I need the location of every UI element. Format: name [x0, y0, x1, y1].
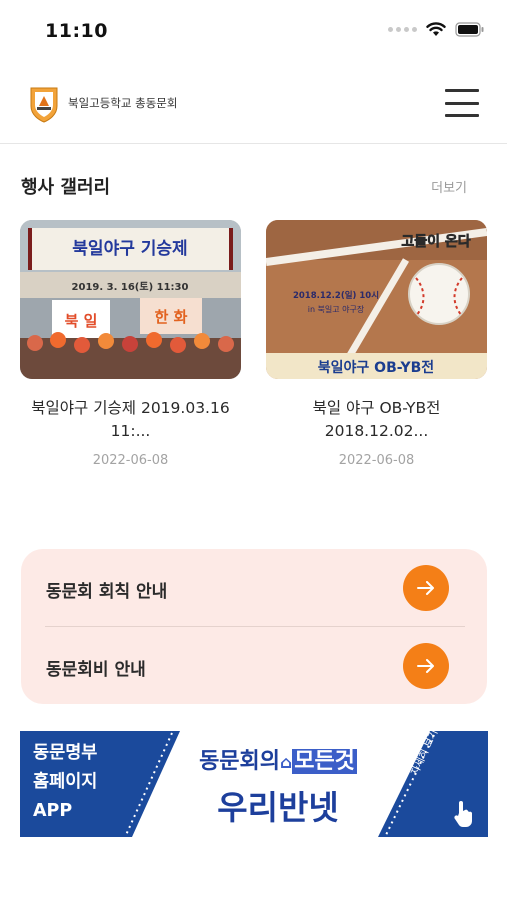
hamburger-menu-icon[interactable] [445, 89, 479, 117]
info-item-label: 동문회비 안내 [46, 660, 146, 680]
thumb-banner-a: 북 일 [65, 312, 98, 330]
info-menu-box: 동문회 회칙 안내 동문회비 안내 [21, 549, 487, 704]
banner-left-line: 동문명부 [33, 743, 98, 763]
info-item-fees[interactable]: 동문회비 안내 [21, 627, 487, 704]
banner-left-line: 홈페이지 [33, 772, 98, 792]
app-title: 북일고등학교 총동문회 [68, 96, 178, 110]
gallery-thumbnail[interactable]: 고들이 온다 2018.12.2(일) 10시 in 북일고 야구장 북일야구 … [266, 220, 487, 379]
thumb-datetime: 2019. 3. 16(토) 11:30 [72, 281, 189, 293]
banner-top-line-b: 모든것 [292, 749, 357, 774]
gallery-card-title-line2: 11:... [110, 422, 151, 440]
info-item-bylaws[interactable]: 동문회 회칙 안내 [21, 549, 487, 626]
gallery-card-title-line1: 북일야구 기승제 2019.03.16 [31, 399, 230, 417]
banner-top-line-a: 동문회의 [199, 749, 281, 774]
gallery-card-date: 2022-06-08 [338, 453, 415, 468]
cellular-signal-icon [388, 27, 417, 32]
info-item-label: 동문회 회칙 안내 [46, 582, 168, 602]
banner-top-line: 동문회의⌂모든것 [183, 743, 373, 775]
gallery-card-title[interactable]: 북일야구 기승제 2019.03.16 11:... [20, 397, 241, 443]
gallery-card[interactable]: 고들이 온다 2018.12.2(일) 10시 in 북일고 야구장 북일야구 … [266, 220, 487, 468]
wifi-icon [426, 22, 446, 36]
gallery-card[interactable]: 북일야구 기승제 2019. 3. 16(토) 11:30 북 일 한 화 북일… [20, 220, 241, 468]
gallery-card-title[interactable]: 북일 야구 OB-YB전 2018.12.02... [266, 397, 487, 443]
app-header: 북일고등학교 총동문회 [0, 78, 507, 144]
house-icon: ⌂ [280, 753, 293, 773]
banner-left-line: APP [33, 801, 73, 821]
thumb-banner-b: 한 화 [155, 308, 188, 326]
thumb-datetime: 2018.12.2(일) 10시 [293, 290, 379, 301]
thumb-headline: 북일야구 기승제 [72, 239, 187, 259]
thumb-top-line: 고들이 온다 [401, 233, 470, 250]
gallery-card-title-line1: 북일 야구 OB-YB전 [312, 399, 441, 417]
gallery-card-title-line2: 2018.12.02... [324, 422, 429, 440]
thumb-bottom-line: 북일야구 OB-YB전 [318, 359, 434, 376]
banner-left-text: 동문명부 홈페이지 APP [33, 739, 97, 826]
status-icons [388, 22, 485, 37]
banner-main-title: 우리반넷 [217, 788, 339, 827]
gallery-more-link[interactable]: 더보기 [431, 177, 467, 196]
status-bar: 11:10 [0, 0, 507, 64]
school-emblem-icon[interactable] [27, 86, 61, 124]
arrow-right-icon[interactable] [403, 565, 449, 611]
status-time: 11:10 [45, 20, 108, 42]
gallery-thumbnail[interactable]: 북일야구 기승제 2019. 3. 16(토) 11:30 북 일 한 화 [20, 220, 241, 379]
gallery-card-date: 2022-06-08 [92, 453, 169, 468]
arrow-right-icon[interactable] [403, 643, 449, 689]
promo-banner[interactable]: 동문명부 홈페이지 APP 동문회의⌂모든것 우리반넷 자세히 보기 [20, 731, 488, 837]
gallery-section-title: 행사 갤러리 [21, 177, 111, 198]
battery-icon [455, 22, 484, 37]
thumb-place: in 북일고 야구장 [308, 304, 365, 314]
